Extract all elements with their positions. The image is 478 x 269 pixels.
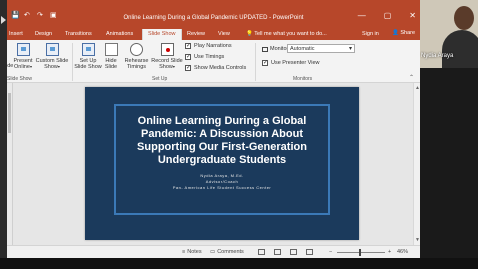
chevron-down-icon: ▾ [57, 64, 60, 69]
group-divider [72, 43, 73, 81]
tab-review[interactable]: Review [187, 31, 205, 37]
close-button[interactable]: ✕ [409, 11, 416, 20]
ribbon-body: ide Present Online▾ Custom Slide Show▾ S… [7, 40, 420, 83]
comment-icon: ▭ [210, 249, 216, 255]
custom-slide-show-button[interactable]: Custom Slide Show▾ [35, 43, 69, 70]
participant-body [442, 30, 478, 68]
rehearse-timings-button[interactable]: Rehearse Timings [124, 43, 149, 70]
restore-button[interactable]: ▢ [384, 11, 392, 20]
tab-design[interactable]: Design [35, 31, 52, 37]
share-button[interactable]: 👤 Share [392, 30, 415, 36]
group-divider [255, 43, 256, 81]
record-icon [160, 43, 174, 56]
zoom-out-button[interactable]: − [329, 249, 332, 255]
tell-me-search[interactable]: 💡 Tell me what you want to do... [246, 31, 327, 37]
normal-view-icon[interactable] [258, 249, 265, 255]
play-narrations-checkbox[interactable]: Play Narrations [185, 42, 232, 50]
minimize-button[interactable]: — [358, 11, 366, 20]
checkbox-checked-icon [185, 42, 191, 50]
zoom-in-button[interactable]: + [388, 249, 391, 255]
group-label-slide-show: Slide Show [7, 76, 33, 82]
presenter-organization[interactable]: Pan- American Life Student Success Cente… [116, 185, 328, 190]
tab-view[interactable]: View [218, 31, 230, 37]
zoom-slider[interactable] [337, 252, 385, 253]
stopwatch-icon [130, 43, 143, 56]
tab-animations[interactable]: Animations [106, 31, 133, 37]
present-online-button[interactable]: Present Online▾ [12, 43, 34, 70]
show-media-controls-checkbox[interactable]: Show Media Controls [185, 64, 246, 72]
meeting-bottom-bar [0, 258, 478, 269]
chevron-down-icon: ▾ [172, 64, 175, 69]
window-controls: — ▢ ✕ [358, 11, 416, 20]
status-bar: ≡ Notes ▭ Comments − + 46% [7, 245, 420, 258]
checkbox-checked-icon [185, 64, 191, 72]
powerpoint-window: 💾 ↶ ↷ ▣ Online Learning During a Global … [7, 0, 420, 269]
notes-icon: ≡ [182, 249, 186, 255]
participant-video-tile[interactable]: Nydia Araya [420, 0, 478, 269]
play-arrow-icon[interactable] [1, 16, 6, 24]
meeting-side-strip [0, 0, 7, 269]
reading-view-icon[interactable] [290, 249, 297, 255]
monitor-select[interactable]: Automatic [287, 44, 355, 53]
slide-title[interactable]: Online Learning During a Global Pandemic… [116, 115, 328, 167]
custom-slide-show-icon [45, 43, 59, 56]
slide-sorter-icon[interactable] [274, 249, 281, 255]
sign-in-link[interactable]: Sign in [362, 31, 379, 37]
setup-icon [81, 43, 95, 56]
use-presenter-view-checkbox[interactable]: Use Presenter View [262, 59, 320, 67]
chevron-down-icon: ▾ [29, 64, 32, 69]
comments-button[interactable]: ▭ Comments [210, 249, 244, 255]
zoom-level[interactable]: 46% [397, 249, 408, 255]
slide-show-view-icon[interactable] [306, 249, 313, 255]
slide-editing-area: Online Learning During a Global Pandemic… [13, 83, 413, 245]
collapse-ribbon-icon[interactable]: ⌃ [409, 74, 414, 81]
presenter-role[interactable]: Advisor/Coach [116, 179, 328, 184]
monitor-label: Monitor: [262, 46, 290, 52]
tab-insert[interactable]: Insert [9, 31, 23, 37]
use-timings-checkbox[interactable]: Use Timings [185, 53, 224, 61]
present-online-icon [16, 43, 30, 56]
video-feed: Nydia Araya [420, 0, 478, 68]
group-label-set-up: Set Up [152, 76, 168, 82]
group-label-monitors: Monitors [293, 76, 313, 82]
slide-border-frame: Online Learning During a Global Pandemic… [114, 104, 330, 215]
checkbox-checked-icon [185, 53, 191, 61]
participant-name: Nydia Araya [421, 53, 454, 59]
tab-slide-show[interactable]: Slide Show [142, 29, 182, 40]
hide-slide-icon [104, 43, 118, 56]
zoom-slider-thumb[interactable] [359, 249, 361, 256]
participant-head [454, 6, 474, 30]
checkbox-checked-icon [262, 59, 268, 67]
tab-transitions[interactable]: Transitions [65, 31, 92, 37]
ribbon-tabs: Insert Design Transitions Animations Sli… [7, 28, 420, 40]
vertical-scrollbar[interactable]: ▲ ▼ [413, 83, 420, 245]
record-slide-show-button[interactable]: Record Slide Show▾ [150, 43, 184, 70]
presenter-name[interactable]: Nydia Araya, M.Ed. [116, 173, 328, 178]
slide-canvas[interactable]: Online Learning During a Global Pandemic… [85, 87, 359, 240]
thumbnail-scrollbar[interactable] [8, 93, 11, 133]
notes-button[interactable]: ≡ Notes [182, 249, 202, 255]
title-bar: 💾 ↶ ↷ ▣ Online Learning During a Global … [7, 0, 420, 28]
hide-slide-button[interactable]: Hide Slide [103, 43, 119, 70]
monitor-icon [262, 46, 268, 52]
set-up-slide-show-button[interactable]: Set Up Slide Show [74, 43, 102, 70]
